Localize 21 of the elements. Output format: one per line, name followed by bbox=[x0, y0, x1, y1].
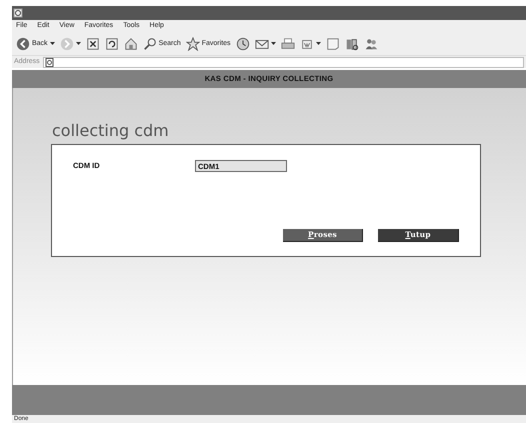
mail-icon[interactable] bbox=[254, 37, 269, 51]
research-icon[interactable] bbox=[344, 37, 359, 51]
dropdown-arrow-icon[interactable] bbox=[76, 42, 81, 46]
back-icon[interactable] bbox=[16, 37, 30, 51]
edit-icon[interactable] bbox=[300, 37, 314, 51]
messenger-icon[interactable] bbox=[364, 37, 378, 51]
page-heading: collecting cdm bbox=[51, 122, 170, 140]
favorites-icon[interactable] bbox=[186, 37, 200, 51]
print-icon[interactable] bbox=[280, 37, 295, 51]
address-field[interactable] bbox=[42, 56, 524, 68]
dropdown-arrow-icon[interactable] bbox=[270, 42, 276, 46]
discuss-icon[interactable] bbox=[326, 37, 340, 51]
dropdown-arrow-icon[interactable] bbox=[316, 42, 321, 46]
stop-icon[interactable] bbox=[86, 37, 100, 51]
page-icon bbox=[44, 58, 54, 66]
browser-icon bbox=[13, 8, 23, 18]
refresh-icon[interactable] bbox=[104, 37, 119, 51]
home-icon[interactable] bbox=[124, 37, 138, 51]
history-icon[interactable] bbox=[236, 37, 250, 51]
search-icon[interactable] bbox=[142, 37, 157, 51]
dropdown-arrow-icon[interactable] bbox=[50, 42, 55, 46]
